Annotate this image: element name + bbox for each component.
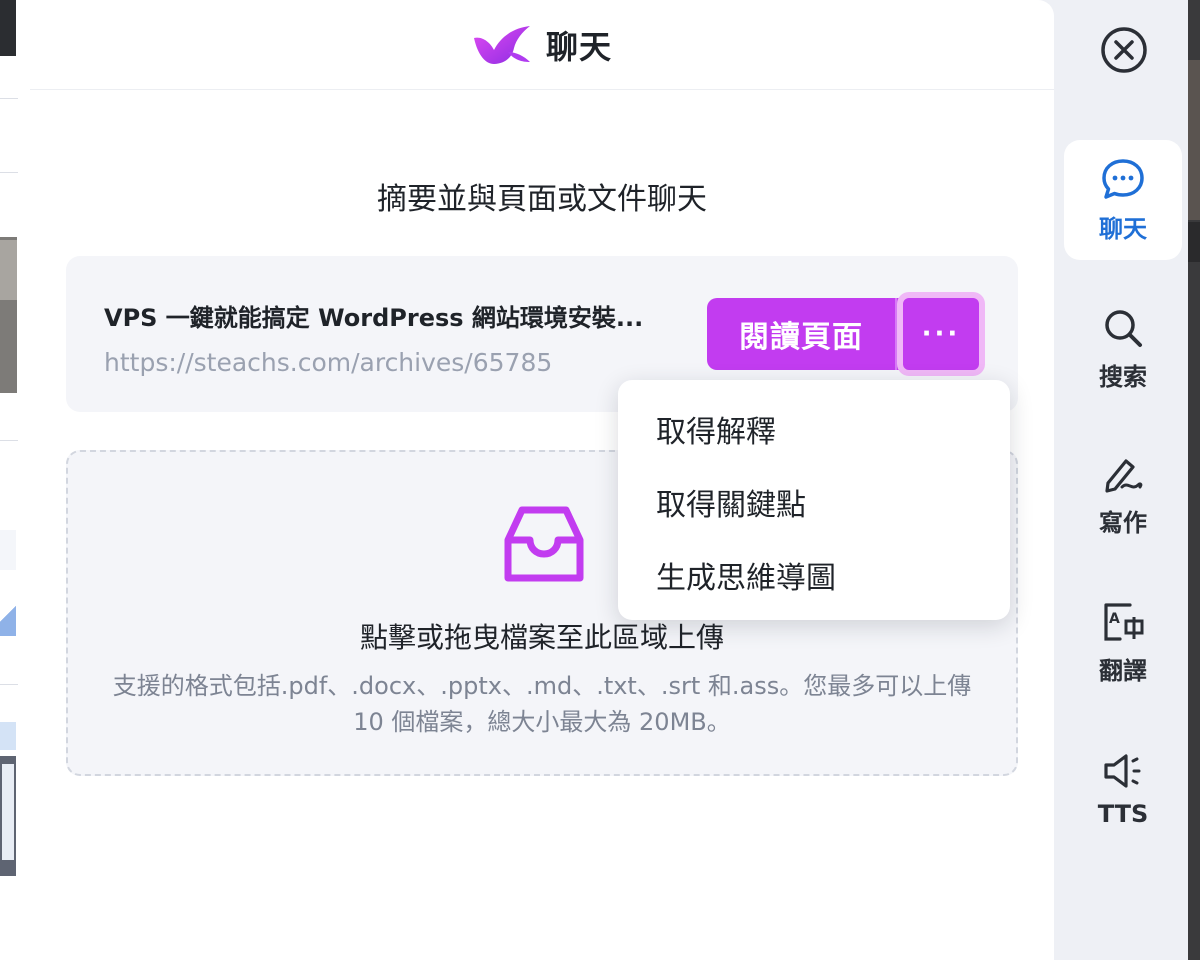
background-thumbnail <box>2 764 14 860</box>
background-block <box>0 0 16 56</box>
more-options-menu: 取得解釋 取得關鍵點 生成思維導圖 <box>618 380 1010 620</box>
background-divider <box>0 440 18 441</box>
read-page-button-group: 閱讀頁面 ··· <box>707 292 985 376</box>
sidebar-item-label: TTS <box>1097 800 1149 828</box>
sidebar-item-write[interactable]: 寫作 <box>1064 434 1182 554</box>
background-divider <box>0 172 18 173</box>
sidebar-item-tts[interactable]: TTS <box>1064 728 1182 848</box>
svg-text:A: A <box>1109 611 1120 627</box>
speaker-icon <box>1104 754 1141 788</box>
sidebar-item-label: 搜索 <box>1099 362 1147 391</box>
background-block <box>1188 222 1200 262</box>
panel-title: 聊天 <box>545 27 612 66</box>
panel-header: 聊天 <box>30 0 1054 90</box>
background-block <box>0 722 16 750</box>
background-window-edge <box>1188 0 1200 960</box>
menu-item-generate-mind-map[interactable]: 生成思維導圖 <box>618 538 1010 611</box>
sidebar-item-chat[interactable]: 聊天 <box>1064 140 1182 260</box>
chat-panel: 聊天 摘要並與頁面或文件聊天 VPS 一鍵就能搞定 WordPress 網站環境… <box>30 0 1054 960</box>
inbox-tray-icon <box>504 506 584 582</box>
menu-item-get-explanation[interactable]: 取得解釋 <box>618 392 1010 465</box>
page-card-title: VPS 一鍵就能搞定 WordPress 網站環境安裝... <box>104 304 644 332</box>
background-divider <box>0 684 18 685</box>
pen-write-icon <box>1105 458 1143 493</box>
upload-title: 點擊或拖曳檔案至此區域上傳 <box>359 621 724 654</box>
background-block <box>0 530 16 570</box>
tool-sidebar: 聊天 搜索 寫作 A 翻譯 TTS <box>1054 0 1200 960</box>
bird-logo-icon <box>473 25 530 64</box>
close-circle-icon[interactable] <box>1100 26 1148 74</box>
menu-item-get-key-points[interactable]: 取得關鍵點 <box>618 465 1010 538</box>
chat-bubble-icon <box>1102 158 1144 199</box>
background-thumbnail <box>0 240 17 300</box>
sidebar-item-translate[interactable]: A 翻譯 <box>1064 582 1182 702</box>
sidebar-item-search[interactable]: 搜索 <box>1064 288 1182 408</box>
sidebar-item-label: 寫作 <box>1099 508 1147 537</box>
upload-description: 支援的格式包括.pdf、.docx、.pptx、.md、.txt、.srt 和.… <box>112 672 972 736</box>
search-icon <box>1105 309 1142 347</box>
background-page-strip <box>0 0 30 960</box>
sidebar-item-label: 聊天 <box>1099 214 1147 243</box>
read-page-button[interactable]: 閱讀頁面 <box>707 298 895 370</box>
background-divider <box>0 98 18 99</box>
page-card-url: https://steachs.com/archives/65785 <box>104 348 553 377</box>
background-graphic <box>0 592 16 636</box>
background-block <box>1188 60 1200 220</box>
sidebar-item-label: 翻譯 <box>1099 656 1147 685</box>
more-options-button[interactable]: ··· <box>897 292 985 376</box>
translate-icon: A <box>1104 602 1144 641</box>
page-subtitle: 摘要並與頁面或文件聊天 <box>377 182 707 217</box>
